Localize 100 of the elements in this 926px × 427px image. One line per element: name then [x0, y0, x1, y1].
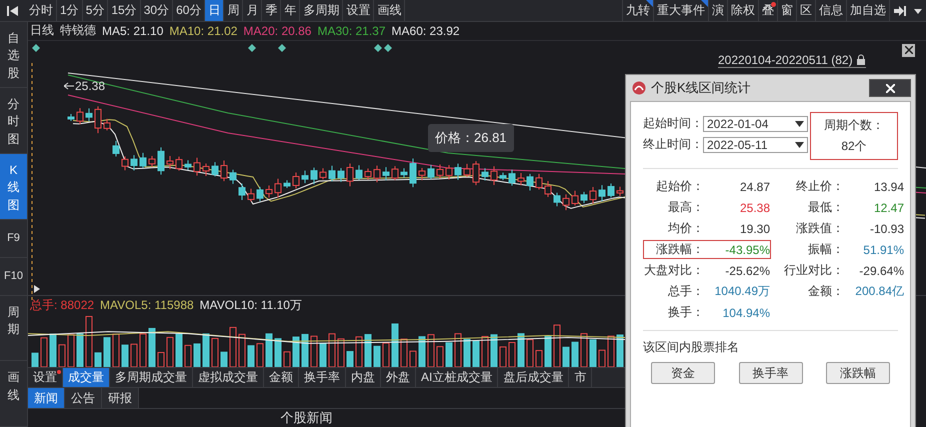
ranking-title: 该区间内股票排名 — [643, 339, 740, 356]
moving-average-label: MA30: 21.37 — [317, 24, 386, 38]
stat-value: 25.38 — [738, 200, 770, 214]
stat-label: 最低： — [807, 199, 844, 216]
sidebar-tab[interactable]: 画线 — [0, 361, 27, 427]
stat-value: 1040.49万 — [714, 283, 770, 300]
dropdown-value: 2022-01-04 — [707, 116, 768, 130]
toolbar-button[interactable]: 信息 — [816, 0, 847, 21]
stat-value: -29.64% — [858, 264, 904, 278]
stat-label: 最高： — [667, 199, 704, 216]
ranking-button[interactable]: 换手率 — [738, 362, 802, 384]
sidebar-tab[interactable]: 周期 — [0, 296, 27, 362]
first-page-icon[interactable] — [6, 4, 20, 18]
period-tab[interactable]: 15分 — [108, 0, 141, 21]
sidebar-tab[interactable]: F10 — [0, 258, 27, 296]
price-tooltip: 价格：26.81 — [428, 124, 514, 152]
news-tab[interactable]: 公告 — [65, 388, 102, 408]
close-button[interactable] — [902, 44, 915, 57]
period-tab[interactable]: 1分 — [57, 0, 83, 21]
ranking-button[interactable]: 资金 — [651, 362, 715, 384]
close-icon — [904, 46, 912, 54]
period-tab[interactable]: 画线 — [374, 0, 406, 21]
volume-label: MAVOL10: 11.10万 — [200, 296, 302, 314]
stat-value: 13.94 — [872, 180, 904, 194]
moving-average-label: MA10: 21.02 — [169, 24, 238, 38]
stat-label: 均价： — [667, 220, 704, 237]
stat-label: 涨跌幅： — [655, 241, 704, 258]
stat-value: 104.94% — [722, 306, 770, 320]
moving-average-label: MA60: 23.92 — [392, 24, 460, 38]
moving-average-label: MA20: 20.86 — [243, 24, 312, 38]
stat-label: 起始价： — [655, 178, 704, 195]
event-diamond-icon[interactable] — [248, 44, 256, 52]
stat-label: 大盘对比： — [644, 262, 704, 279]
sidebar-tab[interactable]: K线图 — [0, 154, 27, 220]
toolbar-button[interactable]: 演 — [709, 0, 728, 21]
stat-value: -43.95% — [724, 242, 770, 256]
start-date-dropdown[interactable]: 2022-01-04 — [703, 116, 808, 132]
event-diamond-icon[interactable] — [32, 44, 40, 52]
notification-dot-icon — [57, 370, 61, 374]
period-tab[interactable]: 周 — [224, 0, 244, 21]
period-tab[interactable]: 5分 — [82, 0, 108, 21]
stat-value: -25.62% — [724, 264, 770, 278]
stock-name: 特锐德 — [60, 22, 96, 40]
collapse-arrow-icon[interactable] — [893, 4, 907, 18]
period-tab[interactable]: 季 — [262, 0, 282, 21]
app-logo-icon — [632, 81, 646, 95]
stat-label: 金额： — [807, 283, 844, 300]
toolbar-button[interactable]: 九转 — [623, 0, 654, 21]
stat-label: 总手： — [667, 283, 704, 300]
period-tab[interactable]: 分时 — [26, 0, 57, 21]
date-range-text: 20220104-20220511 (82) — [718, 52, 853, 67]
period-tab[interactable]: 日 — [205, 0, 224, 21]
news-panel-title: 个股新闻 — [280, 409, 334, 427]
period-tab[interactable]: 多周期 — [300, 0, 344, 21]
period-tab[interactable]: 设置 — [343, 0, 374, 21]
toolbar-button[interactable]: 加自选 — [847, 0, 890, 21]
stat-value: 51.91% — [862, 242, 904, 256]
moving-average-label: MA5: 21.10 — [102, 24, 164, 38]
stat-label: 行业对比： — [783, 262, 844, 279]
close-icon — [886, 84, 894, 92]
lock-icon[interactable] — [856, 54, 866, 66]
close-button[interactable] — [869, 79, 911, 97]
period-tab[interactable]: 30分 — [140, 0, 174, 21]
caret-down-icon — [795, 120, 804, 126]
toolbar-button[interactable]: 窗 — [778, 0, 797, 21]
end-date-dropdown[interactable]: 2022-05-11 — [703, 136, 808, 152]
field-label: 终止时间： — [643, 136, 703, 153]
chevron-right-icon[interactable] — [32, 285, 42, 294]
volume-label: MAVOL5: 115988 — [100, 298, 194, 312]
sidebar-tab[interactable]: F9 — [0, 220, 27, 258]
field-label: 起始时间： — [643, 115, 703, 132]
toolbar-button[interactable]: 重大事件 — [654, 0, 709, 21]
stat-label: 换手： — [667, 304, 704, 321]
news-tab[interactable]: 新闻 — [28, 388, 65, 408]
stat-label: 振幅： — [807, 241, 844, 258]
arrow-left-icon — [64, 82, 74, 90]
event-diamond-icon[interactable] — [278, 44, 286, 52]
news-tab[interactable]: 研报 — [102, 388, 139, 408]
toolbar-button[interactable]: 叠 — [759, 0, 778, 21]
toolbar-button[interactable]: 除权 — [728, 0, 759, 21]
period-tab[interactable]: 年 — [281, 0, 300, 21]
stat-value: 19.30 — [738, 222, 770, 236]
dropdown-value: 2022-05-11 — [707, 138, 768, 152]
stat-value: -10.93 — [868, 222, 904, 236]
sidebar-tab[interactable]: 自选股 — [0, 22, 27, 88]
period-label: 日线 — [30, 22, 54, 40]
period-tab[interactable]: 月 — [243, 0, 262, 21]
period-count-value: 82个 — [841, 138, 867, 155]
stat-label: 涨跌值： — [795, 220, 844, 237]
stat-value: 24.87 — [738, 180, 770, 194]
ranking-button[interactable]: 涨跌幅 — [826, 362, 890, 384]
stat-label: 终止价： — [795, 178, 844, 195]
caret-down-icon — [795, 142, 804, 148]
dialog-title: 个股K线区间统计 — [651, 79, 751, 97]
period-count-label: 周期个数： — [824, 117, 884, 134]
volume-label: 总手: 88022 — [30, 296, 94, 314]
stat-value: 200.84亿 — [854, 283, 904, 300]
stat-value: 12.47 — [872, 200, 904, 214]
indicator-tab[interactable]: 成交量 — [63, 368, 110, 388]
toolbar-button[interactable]: 区 — [797, 0, 816, 21]
